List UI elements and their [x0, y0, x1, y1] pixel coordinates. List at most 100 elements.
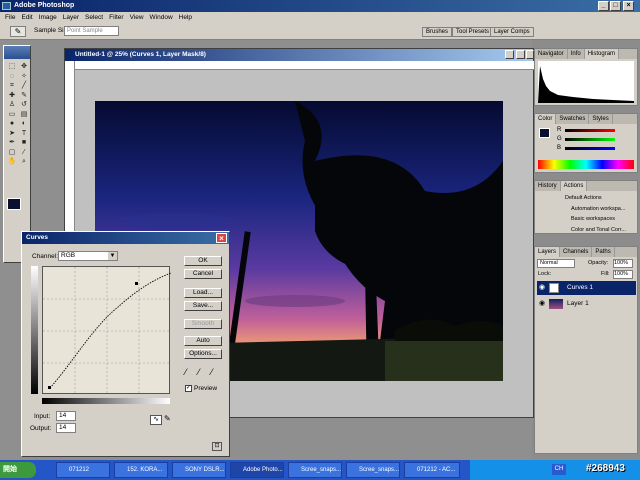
path-selection-icon[interactable]: ➤: [6, 129, 18, 139]
layer-row-curves[interactable]: ◉ Curves 1: [537, 281, 636, 295]
tab-info[interactable]: Info: [568, 49, 585, 59]
tab-actions[interactable]: Actions: [560, 181, 588, 191]
blend-mode-select[interactable]: Normal: [537, 259, 575, 268]
action-item[interactable]: Basic workspaces: [565, 214, 637, 225]
blur-icon[interactable]: ●: [6, 119, 18, 129]
zoom-icon[interactable]: ⌕: [18, 157, 30, 167]
channel-select[interactable]: RGB ▼: [58, 251, 118, 261]
brush-icon[interactable]: ✎: [18, 91, 30, 101]
healing-brush-icon[interactable]: ✚: [6, 91, 18, 101]
smooth-button[interactable]: Smooth: [184, 319, 222, 329]
close-button[interactable]: ×: [623, 1, 634, 11]
menu-filter[interactable]: Filter: [106, 12, 126, 23]
notes-icon[interactable]: ▢: [6, 148, 18, 158]
taskbar-item[interactable]: SONY DSLR...: [172, 462, 226, 478]
menu-help[interactable]: Help: [176, 12, 195, 23]
curve-point-selected[interactable]: [48, 386, 51, 389]
taskbar-item[interactable]: 152. KORA...: [114, 462, 168, 478]
tab-styles[interactable]: Styles: [589, 114, 613, 124]
preview-checkbox[interactable]: ✓: [185, 385, 192, 392]
chevron-down-icon[interactable]: ▼: [108, 252, 117, 260]
menu-edit[interactable]: Edit: [18, 12, 35, 23]
history-brush-icon[interactable]: ↺: [18, 100, 30, 110]
save-button[interactable]: Save...: [184, 301, 222, 311]
doc-minimize-button[interactable]: [505, 50, 514, 59]
move-icon[interactable]: ✥: [18, 62, 30, 72]
taskbar-item[interactable]: Scree_snaps...: [288, 462, 342, 478]
language-indicator[interactable]: CH: [552, 464, 566, 475]
tab-layer-comps[interactable]: Layer Comps: [490, 27, 534, 37]
eye-icon[interactable]: ◉: [539, 281, 545, 295]
g-slider[interactable]: [565, 138, 615, 141]
tab-layers[interactable]: Layers: [535, 247, 561, 257]
action-item[interactable]: Default Actions: [565, 193, 637, 204]
curve-tool-icon[interactable]: ∿: [150, 415, 162, 425]
tab-paths[interactable]: Paths: [592, 247, 615, 257]
tab-history[interactable]: History: [535, 181, 561, 191]
opacity-field[interactable]: 100%: [613, 259, 633, 268]
gradient-icon[interactable]: ▤: [18, 110, 30, 120]
crop-icon[interactable]: ⌗: [6, 81, 18, 91]
shape-icon[interactable]: ■: [18, 138, 30, 148]
white-eyedropper-icon[interactable]: ⁄: [211, 367, 213, 377]
menu-image[interactable]: Image: [36, 12, 60, 23]
output-field[interactable]: 14: [56, 423, 76, 433]
action-item[interactable]: Automation workspa...: [565, 204, 637, 215]
tab-color[interactable]: Color: [535, 114, 557, 124]
doc-close-button[interactable]: [526, 50, 534, 59]
menu-file[interactable]: File: [2, 12, 18, 23]
color-ramp[interactable]: [538, 160, 634, 169]
magic-wand-icon[interactable]: ✧: [18, 72, 30, 82]
clone-stamp-icon[interactable]: ♙: [6, 100, 18, 110]
taskbar-item[interactable]: Scree_snaps...: [346, 462, 400, 478]
color-fg-swatch[interactable]: [539, 128, 550, 138]
b-slider[interactable]: [565, 147, 615, 150]
cancel-button[interactable]: Cancel: [184, 269, 222, 279]
pencil-tool-icon[interactable]: ✎: [164, 415, 174, 425]
auto-button[interactable]: Auto: [184, 336, 222, 346]
dialog-close-button[interactable]: ×: [216, 233, 227, 243]
foreground-color-swatch[interactable]: [7, 198, 21, 210]
type-icon[interactable]: T: [18, 129, 30, 139]
tab-swatches[interactable]: Swatches: [556, 114, 590, 124]
pen-icon[interactable]: ✒: [6, 138, 18, 148]
ok-button[interactable]: OK: [184, 256, 222, 266]
menu-layer[interactable]: Layer: [60, 12, 82, 23]
start-button[interactable]: 開始: [0, 462, 36, 478]
eraser-icon[interactable]: ▭: [6, 110, 18, 120]
lasso-icon[interactable]: ◌: [6, 72, 18, 82]
fill-field[interactable]: 100%: [613, 270, 633, 279]
marquee-icon[interactable]: ⬚: [6, 62, 18, 72]
expand-view-icon[interactable]: ⊡: [212, 442, 222, 451]
gray-eyedropper-icon[interactable]: ⁄: [198, 367, 200, 377]
menu-select[interactable]: Select: [82, 12, 106, 23]
slice-icon[interactable]: ╱: [18, 81, 30, 91]
taskbar-item[interactable]: 071212 - AC...: [404, 462, 460, 478]
eyedropper-preset-icon[interactable]: ✎: [10, 26, 26, 37]
tab-navigator[interactable]: Navigator: [535, 49, 568, 59]
action-item[interactable]: Color and Tonal Corr...: [565, 225, 637, 236]
input-field[interactable]: 14: [56, 411, 76, 421]
options-button[interactable]: Options...: [184, 349, 222, 359]
layer-row-layer1[interactable]: ◉ Layer 1: [537, 297, 636, 311]
taskbar-item-active[interactable]: Adobe Photo...: [230, 462, 284, 478]
tab-tool-presets[interactable]: Tool Presets: [452, 27, 494, 37]
black-eyedropper-icon[interactable]: ⁄: [185, 367, 187, 377]
minimize-button[interactable]: _: [598, 1, 609, 11]
tab-brushes[interactable]: Brushes: [422, 27, 453, 37]
load-button[interactable]: Load...: [184, 288, 222, 298]
r-slider[interactable]: [565, 129, 615, 132]
menu-view[interactable]: View: [127, 12, 147, 23]
doc-maximize-button[interactable]: [516, 50, 525, 59]
dodge-icon[interactable]: ◐: [18, 119, 30, 129]
tab-channels[interactable]: Channels: [560, 247, 593, 257]
tab-histogram[interactable]: Histogram: [584, 49, 620, 59]
eye-icon[interactable]: ◉: [539, 297, 545, 311]
maximize-button[interactable]: □: [610, 1, 621, 11]
curves-graph[interactable]: [42, 266, 172, 395]
taskbar-item[interactable]: 071212: [56, 462, 110, 478]
menu-window[interactable]: Window: [147, 12, 176, 23]
eyedropper-icon[interactable]: ⁄: [18, 148, 30, 158]
hand-icon[interactable]: ✋: [6, 157, 18, 167]
sample-size-select[interactable]: Point Sample: [64, 26, 119, 36]
